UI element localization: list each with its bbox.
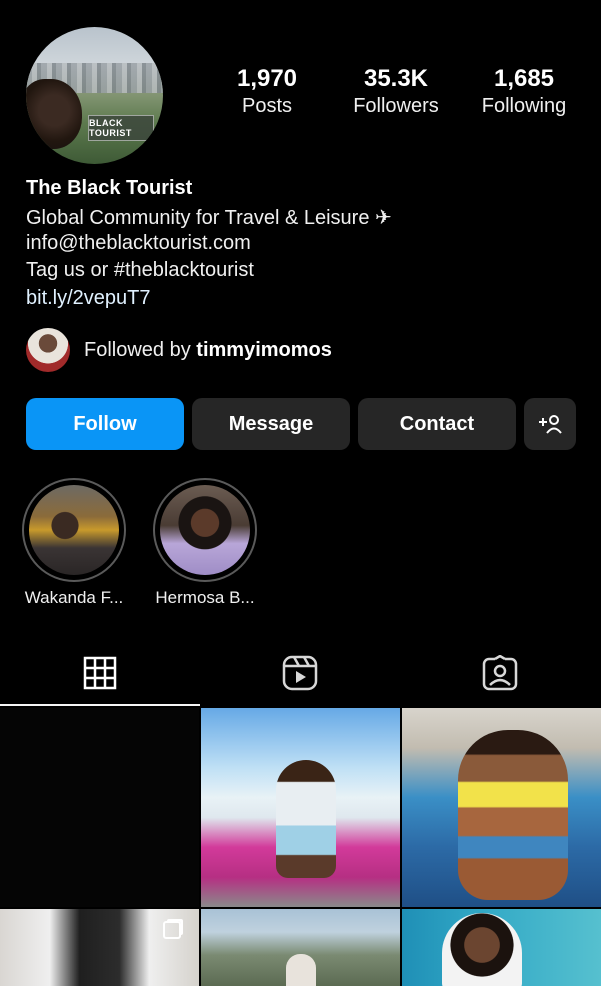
tab-tagged[interactable] xyxy=(400,640,600,706)
tab-posts-grid[interactable] xyxy=(0,640,200,706)
highlight-item[interactable]: Hermosa B... xyxy=(153,478,257,608)
post-figure xyxy=(458,730,568,900)
stat-posts-label: Posts xyxy=(241,95,293,117)
followed-by-text: Followed by timmyimomos xyxy=(84,339,332,362)
stat-following[interactable]: 1,685 Following xyxy=(471,64,577,118)
followed-by-row[interactable]: Followed by timmyimomos xyxy=(26,328,332,372)
post-thumbnail[interactable] xyxy=(402,909,601,986)
stat-posts[interactable]: 1,970 Posts xyxy=(222,64,312,118)
highlight-cover xyxy=(160,485,250,575)
post-thumbnail[interactable] xyxy=(0,909,199,986)
highlight-cover xyxy=(29,485,119,575)
stat-following-label: Following xyxy=(481,95,567,117)
stat-followers-value: 35.3K xyxy=(363,65,429,92)
post-thumbnail[interactable] xyxy=(201,909,400,986)
stat-followers[interactable]: 35.3K Followers xyxy=(342,64,450,118)
avatar-logo: BLACK TOURIST xyxy=(88,115,154,141)
highlight-label: Wakanda F... xyxy=(24,588,124,607)
followed-by-prefix: Followed by xyxy=(84,338,191,361)
bio-line-email[interactable]: info@theblacktourist.com xyxy=(26,232,251,255)
carousel-icon xyxy=(163,921,181,939)
tab-reels[interactable] xyxy=(200,640,400,706)
follow-button[interactable]: Follow xyxy=(26,398,184,450)
post-figure xyxy=(276,760,336,878)
profile-avatar[interactable]: BLACK TOURIST xyxy=(26,27,163,164)
highlight-ring xyxy=(22,478,126,582)
highlight-ring xyxy=(153,478,257,582)
stat-posts-value: 1,970 xyxy=(236,65,298,92)
add-person-icon xyxy=(539,415,562,434)
grid-icon xyxy=(83,656,117,690)
highlight-label: Hermosa B... xyxy=(155,588,255,607)
post-thumbnail[interactable] xyxy=(0,708,199,907)
bio-line-hashtag[interactable]: Tag us or #theblacktourist xyxy=(26,259,254,282)
stat-following-value: 1,685 xyxy=(493,65,555,92)
message-button[interactable]: Message xyxy=(192,398,350,450)
post-figure xyxy=(442,913,522,986)
profile-tab-bar xyxy=(0,640,601,706)
bio-link[interactable]: bit.ly/2vepuT7 xyxy=(26,287,151,310)
stat-followers-label: Followers xyxy=(353,95,439,117)
active-tab-indicator xyxy=(0,704,200,706)
bio-line-tagline: Global Community for Travel & Leisure ✈ xyxy=(26,207,392,229)
post-figure xyxy=(286,954,316,986)
profile-name: The Black Tourist xyxy=(26,177,193,199)
follower-avatar xyxy=(26,328,70,372)
reels-icon xyxy=(282,655,318,691)
post-thumbnail[interactable] xyxy=(201,708,400,907)
highlight-item[interactable]: Wakanda F... xyxy=(22,478,126,608)
avatar-hand xyxy=(26,79,82,149)
post-thumbnail[interactable] xyxy=(402,708,601,907)
tagged-icon xyxy=(482,655,518,691)
contact-button[interactable]: Contact xyxy=(358,398,516,450)
suggested-users-button[interactable] xyxy=(524,398,576,450)
followed-by-username[interactable]: timmyimomos xyxy=(196,339,332,361)
